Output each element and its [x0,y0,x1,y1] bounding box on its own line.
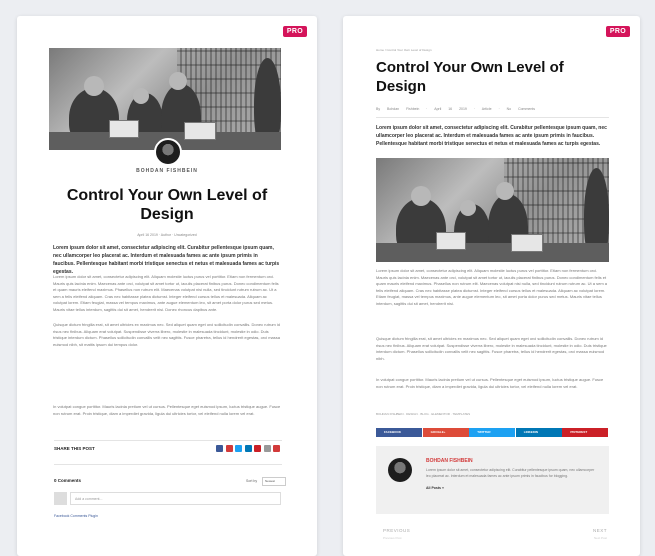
share-button[interactable] [254,445,261,452]
share-button-pinterest[interactable]: PINTEREST [562,428,609,437]
post-preview-right: PRO Home / Control Your Own Level of Des… [343,16,640,556]
featured-image [49,48,281,150]
share-button[interactable] [244,445,252,452]
author-box: BOHDAN FISHBEIN Lorem ipsum dolor sit am… [376,446,609,514]
post-paragraph: Lorem ipsum dolor sit amet, consectetur … [53,274,279,312]
divider [54,464,282,465]
comment-input[interactable]: Add a comment... [70,492,281,505]
author-bio: Lorem ipsum dolor sit amet, consectetur … [426,468,595,478]
comments-count: 0 Comments [54,478,82,483]
post-meta: By Bohdan Fishbein · April 16 2019 · Art… [376,107,535,111]
previous-post-link[interactable]: PREVIOUS [383,528,410,533]
featured-image [376,158,609,262]
post-preview-left: PRO BOHDAN FISHBEIN Control Your Own Lev… [17,16,317,556]
author-avatar[interactable] [154,138,182,166]
sort-select[interactable]: Newest [262,477,286,486]
share-button-twitter[interactable]: TWITTER [469,428,516,437]
divider [54,440,282,441]
pro-badge: PRO [605,26,630,37]
post-paragraph: In volutpat congue porttitor. Mauris lac… [53,404,281,416]
pro-badge: PRO [282,26,307,37]
commenter-avatar [54,492,67,505]
author-posts-link[interactable]: All Posts » [426,486,444,490]
share-button-facebook[interactable]: FACEBOOK [376,428,422,437]
post-tags[interactable]: BOHDAN FISHBEIN · DESIGN · BLOG · ELEMEN… [376,412,470,416]
post-meta: April 16 2019 · Author · Uncategorized [137,233,197,237]
author-avatar[interactable] [388,458,412,482]
share-button[interactable] [235,445,242,452]
post-lead: Lorem ipsum dolor sit amet, consectetur … [53,245,280,275]
post-paragraph: Quisque dictum fringilla erat, sit amet … [376,336,607,361]
post-paragraph: In volutpat congue porttitor. Mauris lac… [376,377,604,389]
share-button-linkedin[interactable]: LINKEDIN [515,428,562,437]
next-post-link[interactable]: NEXT [593,528,607,533]
post-title: Control Your Own Level of Design [376,59,564,95]
sort-label: Sort by [246,479,258,483]
author-name[interactable]: BOHDAN FISHBEIN [17,168,317,174]
facebook-plugin-link[interactable]: Facebook Comments Plugin [54,514,98,518]
share-button[interactable] [216,445,223,452]
post-lead: Lorem ipsum dolor sit amet, consectetur … [376,125,607,147]
share-button[interactable] [225,445,233,452]
divider [376,117,609,118]
next-post-title[interactable]: Next Post [594,536,607,540]
share-button-google[interactable]: GOOGLE+ [422,428,469,437]
post-paragraph: Lorem ipsum dolor sit amet, consectetur … [376,268,607,306]
share-button[interactable] [273,445,280,452]
author-name[interactable]: BOHDAN FISHBEIN [426,458,473,464]
post-title: Control Your Own Level of Design [66,187,268,223]
previous-post-title[interactable]: Previous Post [383,536,402,540]
breadcrumb[interactable]: Home / Control Your Own Level of Design [376,48,432,52]
share-label: SHARE THIS POST [54,446,95,451]
post-paragraph: Quisque dictum fringilla erat, sit amet … [53,322,280,347]
share-button[interactable] [263,445,271,452]
